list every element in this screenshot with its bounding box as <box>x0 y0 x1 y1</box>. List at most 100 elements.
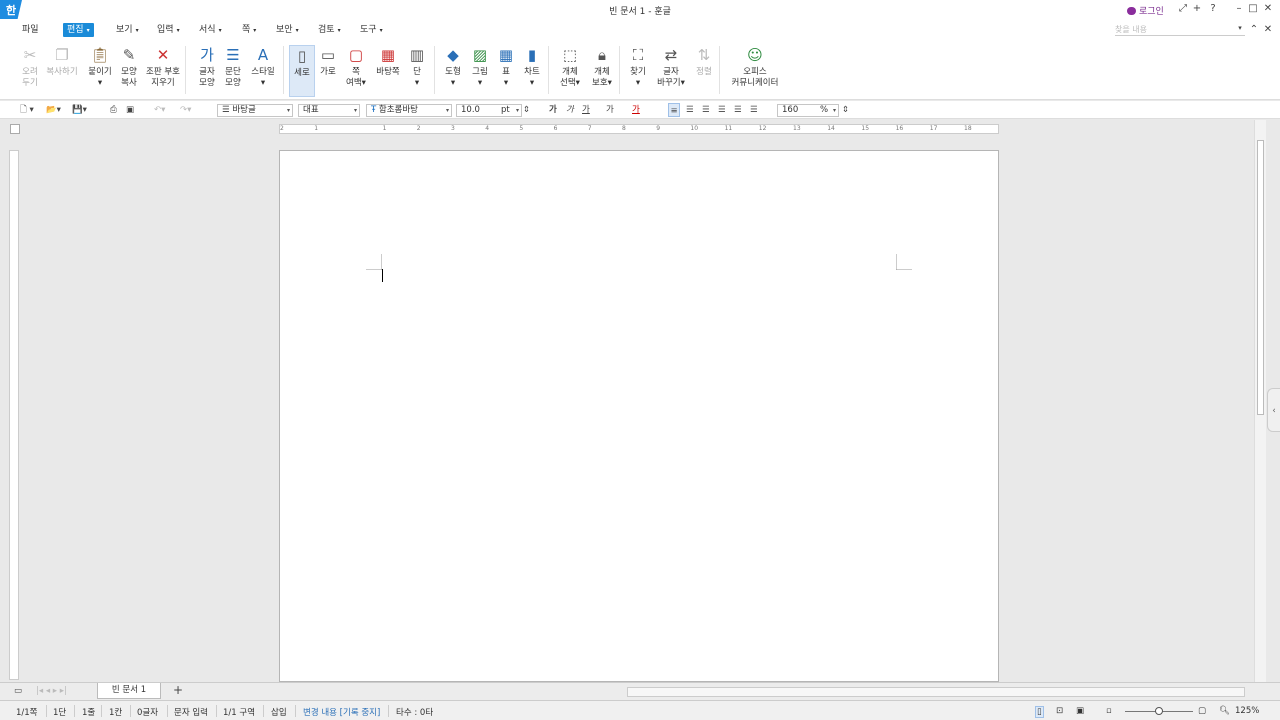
zoom-magnifier-icon[interactable]: 🔍︎ <box>1219 706 1230 716</box>
strike-button[interactable]: 가 <box>606 103 614 117</box>
ribbon-replace-button[interactable]: ⇄ 글자 바꾸기▾ <box>654 45 688 97</box>
ribbon-landscape-button[interactable]: ▭ 가로 <box>316 45 340 97</box>
ribbon-chart-button[interactable]: ▮ 차트 ▾ <box>519 45 545 97</box>
ribbon-portrait-button[interactable]: ▯ 세로 <box>289 45 315 97</box>
align-center-button[interactable]: ☰ <box>702 103 710 117</box>
document-page[interactable] <box>279 150 999 682</box>
font-color-button[interactable]: 가 <box>632 103 640 117</box>
search-input[interactable]: 찾을 내용 <box>1115 24 1245 36</box>
ribbon-copy-button[interactable]: ❐ 복사하기 <box>44 45 80 97</box>
minimize-button[interactable]: – <box>1232 3 1246 14</box>
close-button[interactable]: ✕ <box>1261 3 1275 14</box>
ribbon-style-button[interactable]: A 스타일 ▾ <box>249 45 277 97</box>
add-tab-icon[interactable]: + <box>173 683 183 697</box>
align-right-button[interactable]: ☰ <box>718 103 726 117</box>
ribbon-sort-button[interactable]: ⇅ 정렬 <box>692 45 716 97</box>
size-stepper-icon[interactable]: ⇕ <box>523 103 530 117</box>
horizontal-ruler[interactable]: 2 1 1 2 3 4 5 6 7 8 9 10 11 12 13 14 15 16 17 18 <box>279 124 999 134</box>
open-icon[interactable]: 📂▾ <box>46 103 61 117</box>
zoom-fit-icon[interactable]: ▫ <box>1106 706 1112 716</box>
align-distribute-button[interactable]: ☰ <box>734 103 742 117</box>
ribbon-clear-markup-button[interactable]: ✕ 조판 부호 지우기 <box>144 45 182 97</box>
ribbon-find-button[interactable]: ⛶ 찾기 ▾ <box>626 45 650 97</box>
ribbon-background-button[interactable]: ▦ 바탕쪽 <box>372 45 404 97</box>
bold-button[interactable]: 가 <box>549 103 557 117</box>
restore-layout-icon[interactable]: + <box>1190 3 1204 14</box>
status-insert[interactable]: 삽입 <box>271 706 287 718</box>
side-panel-toggle-icon[interactable]: ‹ <box>1267 388 1280 432</box>
ruler-tab-toggle[interactable] <box>10 124 20 134</box>
login-button[interactable]: 로그인 <box>1127 4 1164 17</box>
ribbon-para-shape-button[interactable]: ☰ 문단 모양 <box>221 45 245 97</box>
menu-1[interactable]: 편집 ▾ <box>63 23 94 37</box>
menu-caret-icon: ▾ <box>295 27 299 34</box>
ribbon-picture-button[interactable]: ▨ 그림 ▾ <box>467 45 493 97</box>
ribbon-char-shape-button[interactable]: 가 글자 모양 <box>195 45 219 97</box>
redo-icon[interactable]: ↷▾ <box>180 103 191 117</box>
menu-caret-icon: ▾ <box>135 27 139 34</box>
vertical-scrollbar[interactable] <box>1254 120 1266 682</box>
horizontal-scrollbar[interactable] <box>627 687 1245 697</box>
font-size-input[interactable]: 10.0 pt ▾ <box>456 104 522 117</box>
zoom-input[interactable]: 160% ▾ <box>777 104 839 117</box>
font-select[interactable]: Ŧ 함초롬바탕 ▾ <box>366 104 452 117</box>
style-select[interactable]: ☰ 바탕글 ▾ <box>217 104 293 117</box>
italic-button[interactable]: 가 <box>566 103 574 117</box>
save-icon[interactable]: 💾▾ <box>72 103 87 117</box>
tab-nav-icons[interactable]: |◂ ◂ ▸ ▸| <box>36 684 67 698</box>
view-full-icon[interactable]: ▣ <box>1076 706 1084 716</box>
status-zoom[interactable]: 125% <box>1235 706 1259 716</box>
ribbon-obj-select-button[interactable]: ⬚ 개체 선택▾ <box>555 45 585 97</box>
ribbon-obj-protect-button[interactable]: 🔒︎ 개체 보호▾ <box>587 45 617 97</box>
ruler-tick-label: 13 <box>793 125 801 132</box>
status-track-changes[interactable]: 변경 내용 [기록 중지] <box>303 706 380 718</box>
close-doc-icon[interactable]: ✕ <box>1261 24 1275 35</box>
view-normal-icon[interactable]: ▯ <box>1035 706 1044 718</box>
tab-list-icon[interactable]: ▭ <box>14 684 22 698</box>
undo-icon[interactable]: ↶▾ <box>154 103 165 117</box>
vertical-ruler[interactable] <box>9 150 19 680</box>
ribbon-columns-button[interactable]: ▥ 단 ▾ <box>405 45 429 97</box>
view-web-icon[interactable]: ⊡ <box>1056 706 1063 716</box>
ribbon-cut-button[interactable]: ✂ 오려 두기 <box>18 45 42 97</box>
menu-2[interactable]: 보기 ▾ <box>112 23 143 37</box>
style-icon: A <box>257 46 269 64</box>
ribbon-label: 개체 <box>594 67 610 77</box>
ribbon-office-comm-button[interactable]: ☺ 오피스 커뮤니케이터 <box>728 45 782 97</box>
collapse-ribbon-icon[interactable]: ⌃ <box>1247 24 1261 35</box>
menu-8[interactable]: 도구 ▾ <box>356 23 387 37</box>
vertical-scroll-thumb[interactable] <box>1257 140 1264 415</box>
fullscreen-icon[interactable]: ⤢ <box>1176 3 1190 14</box>
status-page[interactable]: 1/1쪽 <box>16 706 38 718</box>
search-dropdown-icon[interactable]: ▾ <box>1233 24 1247 32</box>
ribbon-label: 모양 <box>121 67 137 77</box>
ribbon-shape-button[interactable]: ◆ 도형 ▾ <box>441 45 465 97</box>
ribbon-margin-button[interactable]: ▢ 쪽 여백▾ <box>342 45 370 97</box>
ribbon-format-copy-button[interactable]: ✎ 모양 복사 <box>117 45 141 97</box>
columns-icon: ▥ <box>409 46 425 64</box>
align-left-button[interactable]: ☰ <box>686 103 694 117</box>
new-doc-icon[interactable]: 🗋 ▾ <box>20 103 34 117</box>
zoom-page-icon[interactable]: ▢ <box>1198 706 1206 716</box>
menu-0[interactable]: 파일 <box>18 23 43 37</box>
ribbon-table-button[interactable]: ▦ 표 ▾ <box>494 45 518 97</box>
sort-icon: ⇅ <box>697 46 711 64</box>
tab-document-1[interactable]: 빈 문서 1 <box>97 683 161 699</box>
help-icon[interactable]: ? <box>1206 3 1220 14</box>
align-justify-button[interactable]: ≡ <box>668 103 680 117</box>
preview-icon[interactable]: ▣ <box>126 103 134 117</box>
underline-button[interactable]: 가 <box>582 103 590 117</box>
menu-6[interactable]: 보안 ▾ <box>272 23 303 37</box>
zoom-stepper-icon[interactable]: ⇕ <box>842 103 849 117</box>
menu-7[interactable]: 검토 ▾ <box>314 23 345 37</box>
print-icon[interactable]: ⎙ <box>110 103 117 117</box>
menu-3[interactable]: 입력 ▾ <box>153 23 184 37</box>
maximize-button[interactable]: □ <box>1246 3 1260 14</box>
ruler-tick-label: 17 <box>929 125 938 132</box>
menu-5[interactable]: 쪽 ▾ <box>238 23 260 37</box>
lang-select[interactable]: 대표 ▾ <box>298 104 360 117</box>
align-split-button[interactable]: ☰ <box>750 103 758 117</box>
ribbon-paste-button[interactable]: 📋︎ 붙이기 ▾ <box>86 45 114 97</box>
zoom-slider-handle[interactable] <box>1155 707 1163 715</box>
menu-4[interactable]: 서식 ▾ <box>195 23 226 37</box>
